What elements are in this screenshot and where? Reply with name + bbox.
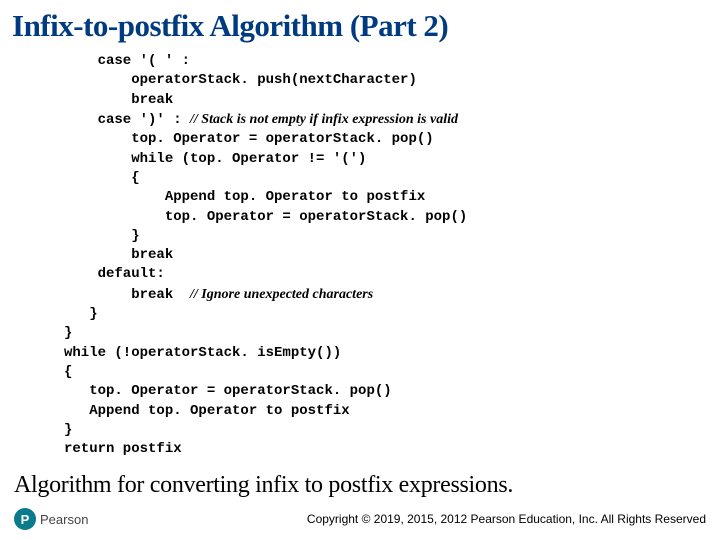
code-line: } xyxy=(64,228,140,244)
code-line: operatorStack. push(nextCharacter) xyxy=(64,72,417,88)
code-comment: // Stack is not empty if infix expressio… xyxy=(190,112,458,127)
caption: Algorithm for converting infix to postfi… xyxy=(0,460,720,499)
footer: P Pearson Copyright © 2019, 2015, 2012 P… xyxy=(0,508,720,530)
code-line: break xyxy=(64,287,190,303)
code-line: default: xyxy=(64,266,165,282)
publisher-name: Pearson xyxy=(40,512,88,527)
code-line: case '( ' : xyxy=(64,53,190,69)
code-line: case ')' : xyxy=(64,112,190,128)
code-line: } xyxy=(64,422,72,438)
code-line: break xyxy=(64,247,173,263)
copyright-text: Copyright © 2019, 2015, 2012 Pearson Edu… xyxy=(307,512,706,526)
code-block: case '( ' : operatorStack. push(nextChar… xyxy=(0,48,720,460)
code-line: top. Operator = operatorStack. pop() xyxy=(64,131,434,147)
code-comment: // Ignore unexpected characters xyxy=(190,287,373,302)
code-line: } xyxy=(64,325,72,341)
code-line: top. Operator = operatorStack. pop() xyxy=(64,383,392,399)
code-line: { xyxy=(64,170,140,186)
code-line: Append top. Operator to postfix xyxy=(64,403,350,419)
code-line: return postfix xyxy=(64,441,182,457)
code-line: } xyxy=(64,306,98,322)
code-line: Append top. Operator to postfix xyxy=(64,189,425,205)
code-line: { xyxy=(64,364,72,380)
code-line: while (!operatorStack. isEmpty()) xyxy=(64,345,341,361)
publisher-logo: P Pearson xyxy=(14,508,88,530)
code-line: while (top. Operator != '(') xyxy=(64,151,366,167)
code-line: break xyxy=(64,92,173,108)
page-title: Infix-to-postfix Algorithm (Part 2) xyxy=(0,0,720,48)
pearson-logo-icon: P xyxy=(14,508,36,530)
code-line: top. Operator = operatorStack. pop() xyxy=(64,209,467,225)
